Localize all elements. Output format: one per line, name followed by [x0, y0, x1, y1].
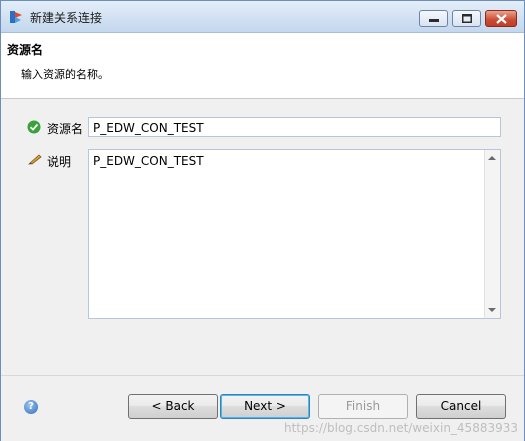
wizard-header: 资源名 输入资源的名称。: [1, 33, 524, 99]
title-bar[interactable]: 新建关系连接: [1, 1, 524, 33]
scroll-down-arrow-icon[interactable]: [488, 308, 496, 312]
close-icon: [496, 14, 507, 24]
description-textarea[interactable]: P_EDW_CON_TEST: [88, 149, 501, 319]
window-title: 新建关系连接: [30, 11, 103, 25]
next-button[interactable]: Next >: [220, 394, 310, 419]
check-circle-icon: [27, 120, 41, 134]
page-description: 输入资源的名称。: [21, 68, 109, 81]
scroll-up-arrow-icon[interactable]: [488, 156, 496, 160]
finish-button: Finish: [318, 394, 408, 419]
watermark: https://blog.csdn.net/weixin_45883933: [283, 421, 518, 435]
back-button[interactable]: < Back: [128, 394, 218, 419]
vertical-scrollbar[interactable]: [484, 150, 500, 318]
resource-name-label: 资源名: [47, 122, 84, 136]
help-icon[interactable]: ?: [24, 400, 38, 414]
page-title: 资源名: [7, 43, 44, 57]
button-bar: ? < Back Next > Finish Cancel https://bl…: [1, 375, 524, 441]
maximize-icon: [462, 14, 472, 23]
description-text: P_EDW_CON_TEST: [93, 154, 204, 168]
pencil-icon: [28, 154, 42, 165]
maximize-button[interactable]: [452, 10, 481, 27]
form-area: 资源名 P_EDW_CON_TEST 说明 P_EDW_CON_TEST: [1, 99, 524, 375]
minimize-button[interactable]: [419, 10, 448, 27]
minimize-icon: [429, 19, 439, 22]
description-label: 说明: [47, 155, 72, 169]
close-button[interactable]: [485, 10, 517, 27]
cancel-button[interactable]: Cancel: [416, 394, 506, 419]
dialog-window: 新建关系连接 资源名 输入资源的名称。 资源名 P_EDW_CON_TEST 说…: [0, 0, 525, 441]
app-icon: [10, 11, 22, 23]
resource-name-input[interactable]: P_EDW_CON_TEST: [88, 117, 501, 137]
